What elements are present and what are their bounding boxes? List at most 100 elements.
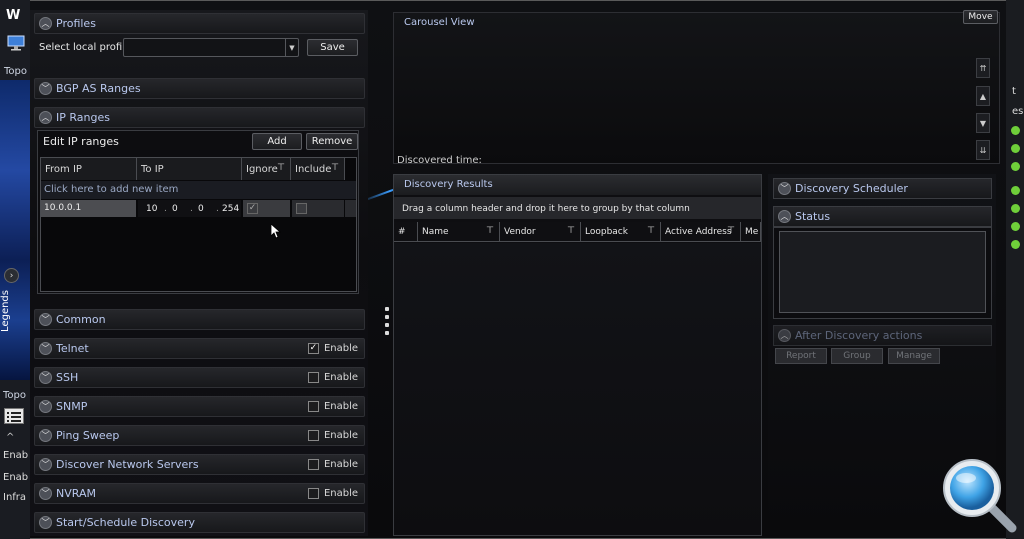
grip-dot <box>385 315 389 319</box>
status-indicator <box>1011 240 1020 249</box>
section-ssh[interactable]: ﹀ SSH Enable <box>34 367 365 388</box>
section-common[interactable]: ﹀ Common <box>34 309 365 330</box>
enable-toggle[interactable]: ✓ Enable <box>307 343 358 354</box>
section-title: Ping Sweep <box>56 429 120 442</box>
monitor-icon[interactable] <box>7 35 25 51</box>
section-title: Start/Schedule Discovery <box>56 516 195 529</box>
to-ip-cell[interactable]: 10. 0. 0. 254 <box>138 200 241 217</box>
scroll-up-icon[interactable]: ▲ <box>976 86 990 106</box>
enable-toggle[interactable]: Enable <box>307 430 358 441</box>
carousel-view <box>393 12 1000 164</box>
enable-checkbox[interactable]: ✓ <box>307 343 319 354</box>
column-header-from-ip[interactable]: From IP <box>41 158 137 180</box>
expand-legends-icon[interactable]: › <box>4 268 19 283</box>
column-header-name[interactable]: Name ⊤ <box>418 222 500 242</box>
tab-topology[interactable]: Topo <box>4 66 27 77</box>
column-header-to-ip[interactable]: To IP <box>137 158 242 180</box>
chevron-up-icon[interactable]: ︿ <box>39 111 52 124</box>
enable-checkbox[interactable] <box>307 488 319 499</box>
chevron-up-icon[interactable]: ^ <box>6 432 14 443</box>
section-status[interactable]: ︿ Status <box>773 206 992 227</box>
section-start-schedule-discovery[interactable]: ﹀ Start/Schedule Discovery <box>34 512 365 533</box>
status-indicator <box>1011 222 1020 231</box>
results-grid-body <box>394 243 761 535</box>
chevron-down-icon[interactable]: ﹀ <box>39 429 52 442</box>
chevron-up-icon[interactable]: ︿ <box>778 210 791 223</box>
section-telnet[interactable]: ﹀ Telnet ✓ Enable <box>34 338 365 359</box>
chevron-down-icon[interactable]: ﹀ <box>778 182 791 195</box>
ip-octet[interactable]: 0 <box>198 204 216 214</box>
filter-icon[interactable]: ⊤ <box>331 163 339 173</box>
enable-checkbox[interactable] <box>307 430 319 441</box>
section-title: BGP AS Ranges <box>56 82 141 95</box>
chevron-down-icon[interactable]: ﹀ <box>39 313 52 326</box>
column-header-vendor[interactable]: Vendor ⊤ <box>500 222 581 242</box>
ignore-checkbox[interactable]: ✓ <box>247 203 258 214</box>
column-header-include[interactable]: Include ⊤ <box>291 158 345 180</box>
chevron-up-icon[interactable]: ︿ <box>778 329 791 342</box>
chevron-up-icon[interactable]: ︿ <box>39 17 52 30</box>
profile-select[interactable]: ▼ <box>123 38 299 57</box>
carousel-title: Carousel View <box>404 17 475 28</box>
group-button[interactable]: Group <box>831 348 883 364</box>
scroll-to-bottom-icon[interactable]: ⇊ <box>976 140 990 160</box>
column-header-index[interactable]: # <box>394 222 418 242</box>
legends-tab[interactable]: Legends <box>0 290 22 332</box>
section-bgp-as-ranges[interactable]: ﹀ BGP AS Ranges <box>34 78 365 99</box>
remove-ip-range-button[interactable]: Remove <box>306 133 358 150</box>
list-view-button[interactable] <box>4 408 24 424</box>
enable-toggle[interactable]: Enable <box>307 488 358 499</box>
chevron-down-icon[interactable]: ﹀ <box>39 400 52 413</box>
ip-octet[interactable]: 0 <box>172 204 190 214</box>
filter-icon[interactable]: ⊤ <box>647 226 655 236</box>
column-label: Vendor <box>504 227 536 237</box>
section-ip-ranges[interactable]: ︿ IP Ranges <box>34 107 365 128</box>
filter-icon[interactable]: ⊤ <box>486 226 494 236</box>
chevron-down-icon[interactable]: ﹀ <box>39 458 52 471</box>
section-title: NVRAM <box>56 487 96 500</box>
tab-topology-2[interactable]: Topo <box>3 390 26 401</box>
column-header-loopback[interactable]: Loopback ⊤ <box>581 222 661 242</box>
chevron-down-icon[interactable]: ▼ <box>285 39 298 56</box>
chevron-down-icon[interactable]: ﹀ <box>39 516 52 529</box>
chevron-down-icon[interactable]: ﹀ <box>39 342 52 355</box>
chevron-down-icon[interactable]: ﹀ <box>39 371 52 384</box>
from-ip-cell[interactable]: 10.0.0.1 <box>41 200 136 217</box>
filter-icon[interactable]: ⊤ <box>567 226 575 236</box>
column-header-me[interactable]: Me <box>741 222 761 242</box>
scroll-to-top-icon[interactable]: ⇈ <box>976 58 990 78</box>
section-nvram[interactable]: ﹀ NVRAM Enable <box>34 483 365 504</box>
ip-octet[interactable]: 10 <box>146 204 164 214</box>
add-ip-range-button[interactable]: Add <box>252 133 302 150</box>
enable-toggle[interactable]: Enable <box>307 459 358 470</box>
add-new-item-row[interactable]: Click here to add new item <box>41 181 356 199</box>
move-button[interactable]: Move <box>963 10 998 24</box>
magnifier-icon[interactable] <box>938 454 1018 534</box>
enable-checkbox[interactable] <box>307 372 319 383</box>
section-after-discovery-actions[interactable]: ︿ After Discovery actions <box>773 325 992 346</box>
column-header-ignore[interactable]: Ignore ⊤ <box>242 158 291 180</box>
include-checkbox[interactable] <box>296 203 307 214</box>
panel-splitter-handle[interactable] <box>383 305 391 339</box>
enable-checkbox[interactable] <box>307 459 319 470</box>
edit-ip-ranges-label: Edit IP ranges <box>43 135 119 148</box>
section-discover-network-servers[interactable]: ﹀ Discover Network Servers Enable <box>34 454 365 475</box>
report-button[interactable]: Report <box>775 348 827 364</box>
enable-toggle[interactable]: Enable <box>307 372 358 383</box>
filter-icon[interactable]: ⊤ <box>277 163 285 173</box>
scroll-down-icon[interactable]: ▼ <box>976 113 990 133</box>
enable-label: Enable <box>323 430 358 441</box>
manage-button[interactable]: Manage <box>888 348 940 364</box>
save-profile-button[interactable]: Save <box>307 39 358 56</box>
enable-toggle[interactable]: Enable <box>307 401 358 412</box>
section-ping-sweep[interactable]: ﹀ Ping Sweep Enable <box>34 425 365 446</box>
section-profiles[interactable]: ︿ Profiles <box>34 13 365 34</box>
section-discovery-scheduler[interactable]: ﹀ Discovery Scheduler <box>773 178 992 199</box>
section-snmp[interactable]: ﹀ SNMP Enable <box>34 396 365 417</box>
column-header-active-address[interactable]: Active Address ⊤ <box>661 222 741 242</box>
enable-checkbox[interactable] <box>307 401 319 412</box>
chevron-down-icon[interactable]: ﹀ <box>39 82 52 95</box>
ip-octet[interactable]: 254 <box>222 204 240 214</box>
filter-icon[interactable]: ⊤ <box>727 226 735 236</box>
chevron-down-icon[interactable]: ﹀ <box>39 487 52 500</box>
